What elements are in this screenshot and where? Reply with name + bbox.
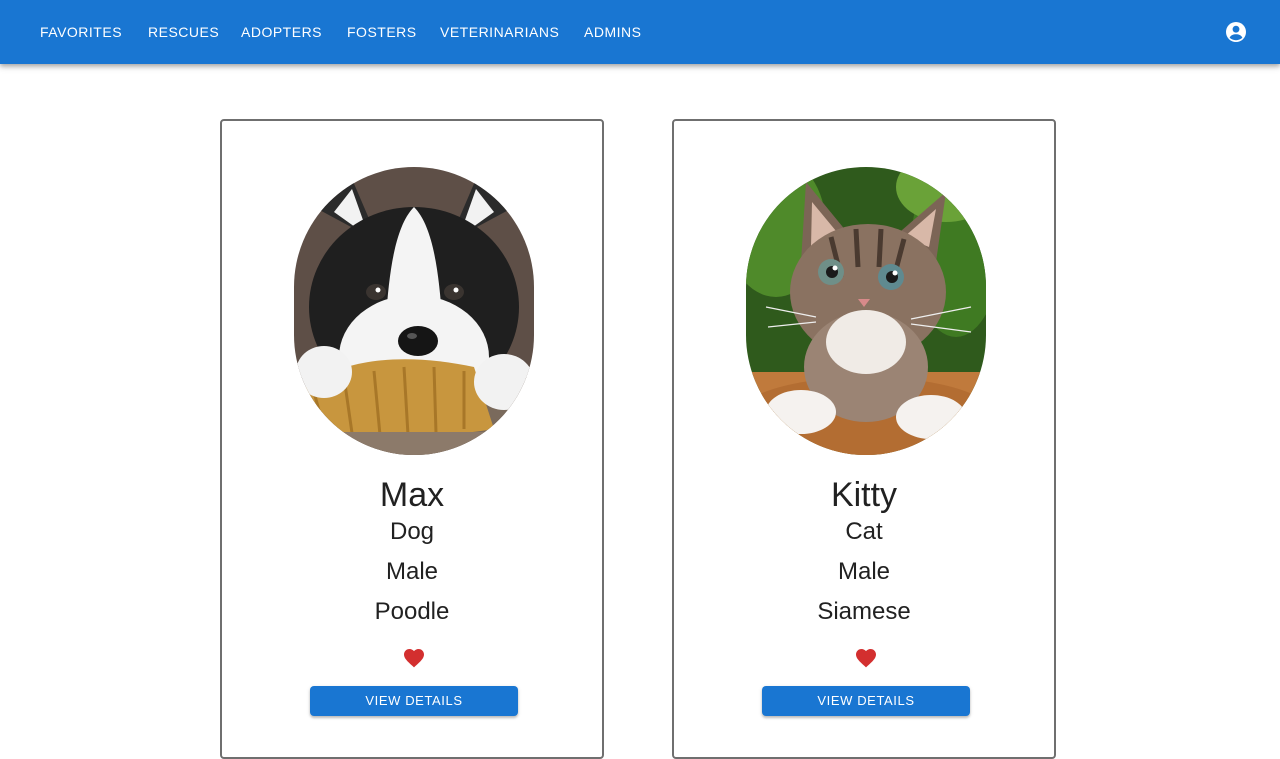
pet-name: Max	[379, 476, 445, 514]
view-details-button[interactable]: VIEW DETAILS	[310, 686, 518, 716]
pet-photo	[294, 167, 534, 455]
nav-veterinarians[interactable]: VETERINARIANS	[440, 0, 559, 64]
nav-rescues[interactable]: RESCUES	[148, 0, 219, 64]
favorite-heart-icon[interactable]	[854, 646, 878, 670]
nav-fosters[interactable]: FOSTERS	[347, 0, 417, 64]
nav-adopters[interactable]: ADOPTERS	[241, 0, 322, 64]
pet-name: Kitty	[830, 476, 898, 514]
pet-gender: Male	[385, 558, 439, 585]
view-details-button[interactable]: VIEW DETAILS	[762, 686, 970, 716]
pet-card: Kitty Cat Male Siamese VIEW DETAILS	[672, 119, 1056, 759]
favorite-heart-icon[interactable]	[402, 646, 426, 670]
pet-photo	[746, 167, 986, 455]
pet-gender: Male	[837, 558, 891, 585]
pet-card: Max Dog Male Poodle VIEW DETAILS	[220, 119, 604, 759]
pet-breed: Siamese	[817, 598, 911, 625]
pet-species: Cat	[845, 518, 883, 545]
pet-species: Dog	[389, 518, 435, 545]
app-bar: FAVORITES RESCUES ADOPTERS FOSTERS VETER…	[0, 0, 1280, 64]
nav-favorites[interactable]: FAVORITES	[40, 0, 122, 64]
pet-breed: Poodle	[374, 598, 450, 625]
account-circle-icon[interactable]	[1224, 20, 1248, 44]
nav-admins[interactable]: ADMINS	[584, 0, 641, 64]
